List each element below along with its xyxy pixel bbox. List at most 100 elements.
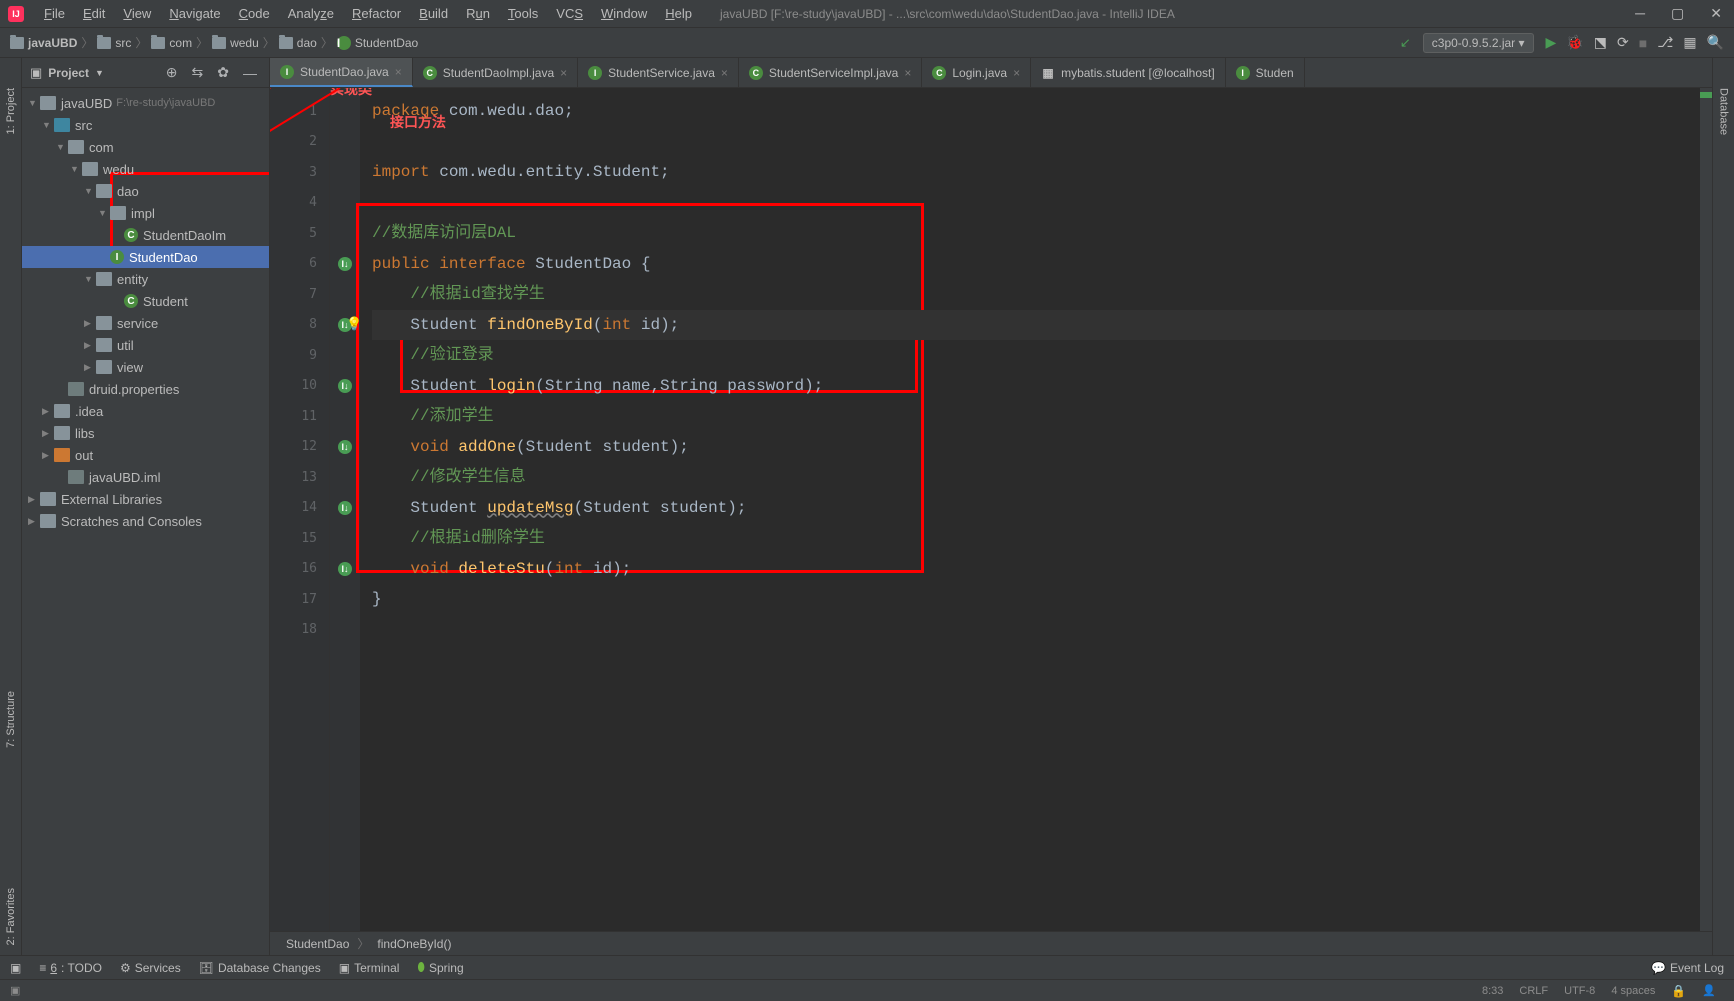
implements-icon[interactable]: I↓ (338, 440, 352, 454)
tree-item[interactable]: ▼wedu (22, 158, 269, 180)
tree-item[interactable]: ▼impl (22, 202, 269, 224)
tool-todo[interactable]: ≡6: TODO (39, 961, 102, 975)
indent[interactable]: 4 spaces (1603, 985, 1663, 997)
code-line[interactable]: //根据id删除学生 (372, 523, 1700, 554)
code-line[interactable] (372, 188, 1700, 219)
tree-item[interactable]: ▶out (22, 444, 269, 466)
implements-icon[interactable]: I↓ (338, 562, 352, 576)
code-line[interactable]: //数据库访问层DAL (372, 218, 1700, 249)
tree-item[interactable]: ▼src (22, 114, 269, 136)
code-line[interactable]: } (372, 584, 1700, 615)
inspector-icon[interactable]: 👤 (1694, 984, 1724, 997)
menu-navigate[interactable]: Navigate (161, 4, 228, 23)
code-line[interactable]: //添加学生 (372, 401, 1700, 432)
tree-item[interactable]: ▼javaUBDF:\re-study\javaUBD (22, 92, 269, 114)
settings-icon[interactable]: ✿ (213, 64, 233, 81)
encoding[interactable]: UTF-8 (1556, 985, 1603, 997)
code-line[interactable]: Student login(String name,String passwor… (372, 371, 1700, 402)
crumb-file[interactable]: IStudentDao (337, 36, 418, 50)
crumb-dao[interactable]: dao (279, 36, 317, 50)
coverage-icon[interactable]: ⬔ (1594, 34, 1607, 51)
tree-item[interactable]: javaUBD.iml (22, 466, 269, 488)
code-line[interactable]: //根据id查找学生 (372, 279, 1700, 310)
menu-vcs[interactable]: VCS (548, 4, 591, 23)
code-line[interactable] (372, 127, 1700, 158)
implements-icon[interactable]: I↓ (338, 379, 352, 393)
minimize-button[interactable]: ─ (1631, 5, 1649, 22)
breadnav-method[interactable]: findOneById() (377, 937, 451, 951)
menu-view[interactable]: View (115, 4, 159, 23)
tool-favorites[interactable]: 2: Favorites (3, 878, 19, 955)
status-icon[interactable]: ▣ (10, 984, 20, 997)
menu-tools[interactable]: Tools (500, 4, 546, 23)
tree-item[interactable]: ▼dao (22, 180, 269, 202)
tree-item[interactable]: ▶.idea (22, 400, 269, 422)
tree-item[interactable]: ▼entity (22, 268, 269, 290)
back-icon[interactable]: ↙ (1400, 35, 1411, 51)
tree-item[interactable]: ▶util (22, 334, 269, 356)
profile-icon[interactable]: ⟳ (1617, 34, 1629, 51)
scroll-map[interactable] (1700, 88, 1712, 931)
editor-tab[interactable]: IStuden (1226, 58, 1305, 87)
stop-icon[interactable]: ■ (1639, 35, 1647, 51)
expand-icon[interactable]: ⇆ (188, 64, 208, 81)
tool-window-icon[interactable]: ▣ (10, 961, 21, 975)
editor-tab[interactable]: CLogin.java× (922, 58, 1031, 87)
search-icon[interactable]: 🔍 (1707, 34, 1724, 51)
menu-refactor[interactable]: Refactor (344, 4, 409, 23)
tree-item[interactable]: ▶view (22, 356, 269, 378)
menu-analyze[interactable]: Analyze (280, 4, 342, 23)
implements-icon[interactable]: I↓ (338, 501, 352, 515)
crumb-project[interactable]: javaUBD (10, 36, 77, 50)
code-editor[interactable]: 数据访问层 接口的实现方法 实现类 接口方法 package com.wedu.… (360, 88, 1712, 931)
code-line[interactable]: void deleteStu(int id); (372, 554, 1700, 585)
tool-services[interactable]: ⚙Services (120, 961, 181, 975)
tool-structure[interactable]: 7: Structure (3, 681, 19, 758)
debug-icon[interactable]: 🐞 (1566, 34, 1583, 51)
tool-db-changes[interactable]: 🗄Database Changes (199, 961, 321, 975)
event-log[interactable]: 💬Event Log (1651, 961, 1724, 975)
breadnav-class[interactable]: StudentDao (286, 937, 349, 951)
crumb-com[interactable]: com (151, 36, 192, 50)
tree-item[interactable]: CStudentDaoIm (22, 224, 269, 246)
code-line[interactable]: void addOne(Student student); (372, 432, 1700, 463)
structure-icon[interactable]: ▦ (1683, 34, 1696, 51)
tool-spring[interactable]: ⬮Spring (417, 960, 463, 975)
menu-edit[interactable]: Edit (75, 4, 113, 23)
code-line[interactable]: public interface StudentDao { (372, 249, 1700, 280)
code-line[interactable]: //修改学生信息 (372, 462, 1700, 493)
implements-icon[interactable]: I↓ (338, 257, 352, 271)
code-line[interactable]: Student updateMsg(Student student); (372, 493, 1700, 524)
line-ending[interactable]: CRLF (1511, 985, 1556, 997)
close-tab-icon[interactable]: × (721, 66, 728, 80)
crumb-wedu[interactable]: wedu (212, 36, 259, 50)
editor-tab[interactable]: CStudentDaoImpl.java× (413, 58, 578, 87)
cursor-position[interactable]: 8:33 (1474, 985, 1511, 997)
close-button[interactable]: ✕ (1706, 5, 1726, 22)
close-tab-icon[interactable]: × (1013, 66, 1020, 80)
maximize-button[interactable]: ▢ (1667, 5, 1688, 22)
tree-item[interactable]: ▶Scratches and Consoles (22, 510, 269, 532)
tool-terminal[interactable]: ▣Terminal (339, 961, 400, 975)
git-icon[interactable]: ⎇ (1657, 34, 1673, 51)
close-tab-icon[interactable]: × (904, 66, 911, 80)
tool-database[interactable]: Database (1716, 78, 1732, 145)
menu-file[interactable]: File (36, 4, 73, 23)
code-line[interactable]: //验证登录 (372, 340, 1700, 371)
menu-run[interactable]: Run (458, 4, 498, 23)
hide-icon[interactable]: — (239, 65, 261, 81)
tree-item[interactable]: IStudentDao (22, 246, 269, 268)
editor-tab[interactable]: ▦mybatis.student [@localhost] (1031, 58, 1226, 87)
tree-item[interactable]: ▶service (22, 312, 269, 334)
close-tab-icon[interactable]: × (560, 66, 567, 80)
run-config-dropdown[interactable]: c3p0-0.9.5.2.jar ▾ (1423, 33, 1534, 53)
tree-item[interactable]: CStudent (22, 290, 269, 312)
editor-tab[interactable]: IStudentService.java× (578, 58, 739, 87)
dropdown-icon[interactable]: ▼ (95, 68, 104, 78)
tree-item[interactable]: ▶External Libraries (22, 488, 269, 510)
menu-help[interactable]: Help (657, 4, 700, 23)
crumb-src[interactable]: src (97, 36, 131, 50)
tool-project[interactable]: 1: Project (3, 78, 19, 144)
run-icon[interactable]: ▶ (1546, 34, 1557, 51)
menu-code[interactable]: Code (231, 4, 278, 23)
